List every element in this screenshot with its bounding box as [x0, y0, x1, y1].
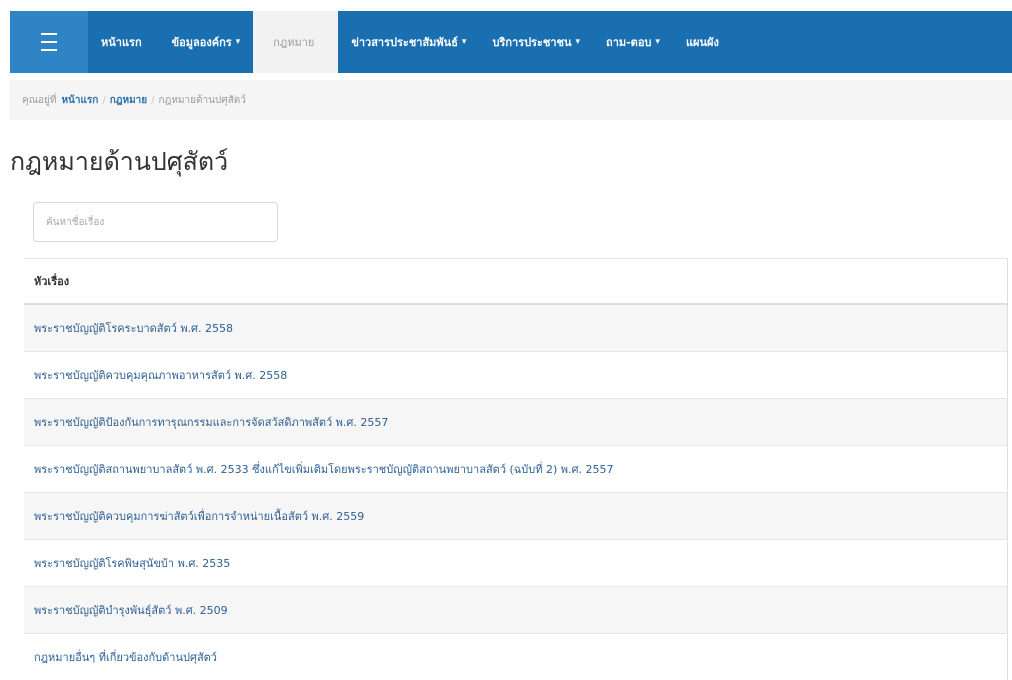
nav-item-sitemap[interactable]: แผนผัง — [673, 11, 736, 73]
table-row: พระราชบัญญัติป้องกันการทารุณกรรมและการจั… — [24, 399, 1008, 446]
nav-item-law[interactable]: กฎหมาย — [253, 11, 338, 73]
table-row: พระราชบัญญัติโรคพิษสุนัขบ้า พ.ศ. 2535 — [24, 540, 1008, 587]
law-table: หัวเรื่อง พระราชบัญญัติโรคระบาดสัตว์ พ.ศ… — [24, 258, 1008, 680]
table-row: พระราชบัญญัติบำรุงพันธุ์สัตว์ พ.ศ. 2509 — [24, 587, 1008, 634]
breadcrumb-current: กฎหมายด้านปศุสัตว์ — [159, 93, 246, 108]
nav-item-faq[interactable]: ถาม-ตอบ▾ — [593, 11, 673, 73]
chevron-down-icon: ▾ — [576, 37, 581, 47]
table-row: พระราชบัญญัติโรคระบาดสัตว์ พ.ศ. 2558 — [24, 304, 1008, 352]
breadcrumb-prefix: คุณอยู่ที่ — [22, 93, 56, 108]
nav-item-organization[interactable]: ข้อมูลองค์กร▾ — [159, 11, 254, 73]
chevron-down-icon: ▾ — [236, 37, 241, 47]
table-row: พระราชบัญญัติสถานพยาบาลสัตว์ พ.ศ. 2533 ซ… — [24, 446, 1008, 493]
law-link[interactable]: พระราชบัญญัติควบคุมคุณภาพอาหารสัตว์ พ.ศ.… — [24, 352, 1008, 399]
law-link[interactable]: พระราชบัญญัติควบคุมการฆ่าสัตว์เพื่อการจำ… — [24, 493, 1008, 540]
law-link[interactable]: พระราชบัญญัติบำรุงพันธุ์สัตว์ พ.ศ. 2509 — [24, 587, 1008, 634]
law-link[interactable]: พระราชบัญญัติโรคพิษสุนัขบ้า พ.ศ. 2535 — [24, 540, 1008, 587]
table-row: กฎหมายอื่นๆ ที่เกี่ยวข้องกับด้านปศุสัตว์ — [24, 634, 1008, 680]
chevron-down-icon: ▾ — [462, 37, 467, 47]
nav-item-services[interactable]: บริการประชาชน▾ — [479, 11, 593, 73]
breadcrumb-separator: / — [151, 95, 154, 106]
nav-item-home[interactable]: หน้าแรก — [88, 11, 159, 73]
nav-item-news[interactable]: ข่าวสารประชาสัมพันธ์▾ — [338, 11, 479, 73]
menu-icon[interactable] — [10, 11, 88, 73]
breadcrumb-law-link[interactable]: กฎหมาย — [110, 93, 147, 108]
page-title: กฎหมายด้านปศุสัตว์ — [10, 142, 228, 182]
column-header-title[interactable]: หัวเรื่อง — [24, 259, 1008, 305]
chevron-down-icon: ▾ — [655, 37, 660, 47]
top-navbar: หน้าแรก ข้อมูลองค์กร▾ กฎหมาย ข่าวสารประช… — [10, 11, 1012, 73]
table-row: พระราชบัญญัติควบคุมการฆ่าสัตว์เพื่อการจำ… — [24, 493, 1008, 540]
search-input[interactable] — [33, 202, 278, 242]
law-link[interactable]: พระราชบัญญัติป้องกันการทารุณกรรมและการจั… — [24, 399, 1008, 446]
law-link[interactable]: พระราชบัญญัติโรคระบาดสัตว์ พ.ศ. 2558 — [24, 304, 1008, 352]
breadcrumb: คุณอยู่ที่ หน้าแรก / กฎหมาย / กฎหมายด้าน… — [10, 80, 1012, 120]
breadcrumb-separator: / — [102, 95, 105, 106]
breadcrumb-home-link[interactable]: หน้าแรก — [61, 93, 98, 108]
table-row: พระราชบัญญัติควบคุมคุณภาพอาหารสัตว์ พ.ศ.… — [24, 352, 1008, 399]
table-header-row: หัวเรื่อง — [24, 259, 1008, 305]
main-nav: หน้าแรก ข้อมูลองค์กร▾ กฎหมาย ข่าวสารประช… — [88, 11, 736, 73]
law-link[interactable]: พระราชบัญญัติสถานพยาบาลสัตว์ พ.ศ. 2533 ซ… — [24, 446, 1008, 493]
law-link[interactable]: กฎหมายอื่นๆ ที่เกี่ยวข้องกับด้านปศุสัตว์ — [24, 634, 1008, 680]
